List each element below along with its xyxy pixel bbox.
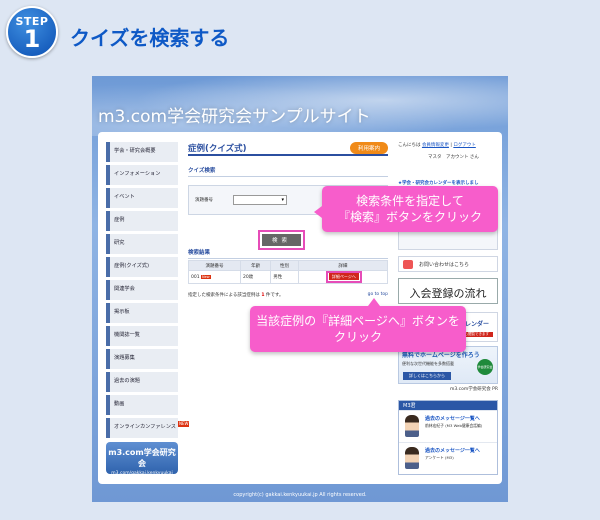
nav-label: 動画 — [114, 401, 125, 407]
message-sub: 前林宏紀子 (M3 Web健康会話編) — [425, 423, 483, 428]
chevron-down-icon: ▾ — [281, 197, 284, 203]
result-count: 1 — [261, 293, 265, 298]
nav-item-call[interactable]: 演題募集 — [106, 349, 178, 369]
nav-item-video[interactable]: 動画 — [106, 395, 178, 415]
nav-label: 症例(クイズ式) — [114, 263, 150, 269]
logout-link[interactable]: ログアウト — [453, 143, 476, 148]
greeting-block: こんにちは 会員情報変更 | ログアウト マスタ アカウント さん — [398, 142, 498, 160]
callout-detail-text: 当該症例の『詳細ページへ』ボタンを クリック — [256, 314, 460, 344]
results-table: 演題番号 年齢 性別 詳細 001 New 20歳 男性 詳細ページへ — [188, 260, 389, 284]
cell-detail: 詳細ページへ — [297, 270, 389, 284]
message-sub: アンケート (M3) — [425, 455, 454, 460]
avatar — [405, 447, 419, 469]
nav-label: 演題募集 — [114, 355, 135, 361]
site-window: m3.com学会研究会サンプルサイト 学会・研究会概要 インフォメーション イベ… — [92, 76, 508, 502]
callout-search-text: 検索条件を指定して 『検索』ボタンをクリック — [337, 194, 482, 224]
hp-button[interactable]: 詳しくはこちらから — [403, 372, 451, 380]
nav-item-research[interactable]: 研究 — [106, 234, 178, 254]
nav-item-event[interactable]: イベント — [106, 188, 178, 208]
nav-item-case[interactable]: 症例 — [106, 211, 178, 231]
step-number: 1 — [23, 25, 41, 53]
usage-guide-button[interactable]: 利用案内 — [349, 142, 388, 154]
nav-item-overview[interactable]: 学会・研究会概要 — [106, 142, 178, 162]
detail-highlight: 詳細ページへ — [325, 271, 362, 283]
goto-top-link[interactable]: go to top — [368, 292, 388, 297]
callout-search: 検索条件を指定して 『検索』ボタンをクリック — [314, 186, 498, 232]
nav-label: インフォメーション — [114, 171, 161, 177]
nav-label: 学会・研究会概要 — [114, 148, 156, 154]
callout-detail: 当該症例の『詳細ページへ』ボタンを クリック — [250, 298, 466, 352]
nav-item-related[interactable]: 関連学会 — [106, 280, 178, 300]
nav-item-past[interactable]: 過去の演題 — [106, 372, 178, 392]
calendar-title: レンダー — [464, 321, 489, 328]
member-info-link[interactable]: 会員情報変更 — [422, 143, 449, 148]
search-heading: クイズ検索 — [188, 166, 388, 177]
greeting-text: こんにちは — [398, 143, 421, 148]
col-detail: 詳細 — [297, 260, 389, 271]
field-label: 演題番号 — [195, 198, 213, 203]
new-badge: NEW — [178, 421, 190, 427]
case-number: 001 — [191, 274, 200, 280]
nav-item-bbs[interactable]: 掲示板 — [106, 303, 178, 323]
seal-icon: 学会研究会 — [477, 359, 493, 375]
left-nav: 学会・研究会概要 インフォメーション イベント 症例 研究 症例(クイズ式) 関… — [106, 142, 190, 476]
message-item[interactable]: 過去のメッセージ一覧へ アンケート (M3) — [399, 442, 497, 474]
cell-age: 20歳 — [239, 270, 272, 284]
nav-item-information[interactable]: インフォメーション — [106, 165, 178, 185]
join-banner[interactable]: 入会登録の流れ — [398, 278, 498, 304]
search-button[interactable]: 検索 — [262, 234, 302, 246]
messages-box: M3君 過去のメッセージ一覧へ 前林宏紀子 (M3 Web健康会話編) 過去のメ… — [398, 400, 498, 475]
logo-sub: m3.com/gakkai.kenkyuukai — [111, 470, 173, 476]
contact-label: お問い合わせはこちら — [419, 262, 470, 268]
detail-button[interactable]: 詳細ページへ — [328, 273, 359, 280]
message-item[interactable]: 過去のメッセージ一覧へ 前林宏紀子 (M3 Web健康会話編) — [399, 410, 497, 442]
search-highlight: 検索 — [258, 230, 306, 250]
mail-icon — [403, 260, 413, 269]
copyright: copyright(c) gakkai.kenkyuukai.jp All ri… — [233, 492, 367, 498]
nav-item-quiz[interactable]: 症例(クイズ式) — [106, 257, 178, 277]
nav-label: 機関誌一覧 — [114, 332, 140, 338]
site-title[interactable]: m3.com学会研究会サンプルサイト — [98, 102, 371, 127]
pr-label: m3.com学会研究会 PR — [449, 387, 498, 392]
note-suffix: 件です。 — [265, 293, 284, 298]
logo-main: m3.com学会研究会 — [108, 447, 176, 468]
new-badge: New — [201, 274, 211, 279]
number-select[interactable]: ▾ — [233, 195, 287, 205]
m3-logo[interactable]: m3.com学会研究会 m3.com/gakkai.kenkyuukai — [106, 441, 178, 476]
nav-label: 症例 — [114, 217, 125, 223]
user-name: マスタ アカウント さん — [428, 155, 479, 160]
cell-number: 001 New — [188, 270, 241, 284]
col-age: 年齢 — [239, 260, 272, 271]
results-heading: 検索結果 — [188, 248, 388, 259]
nav-label: オンラインカンファレンス — [114, 424, 176, 430]
contact-link[interactable]: お問い合わせはこちら — [398, 256, 498, 272]
nav-label: 研究 — [114, 240, 125, 246]
message-link[interactable]: 過去のメッセージ一覧へ — [425, 415, 480, 422]
cell-sex: 男性 — [270, 270, 299, 284]
nav-label: 関連学会 — [114, 286, 135, 292]
nav-item-online[interactable]: オンラインカンファレンスNEW — [106, 418, 190, 438]
nav-label: イベント — [114, 194, 135, 200]
avatar — [405, 415, 419, 437]
table-row: 001 New 20歳 男性 詳細ページへ — [188, 270, 389, 284]
note-prefix: 指定した検索条件による該当症例は — [188, 293, 260, 298]
step-title: クイズを検索する — [70, 26, 230, 50]
message-link[interactable]: 過去のメッセージ一覧へ — [425, 447, 480, 454]
col-number: 演題番号 — [188, 260, 241, 271]
step-badge: STEP 1 — [6, 6, 58, 58]
nav-item-journal[interactable]: 機関誌一覧 — [106, 326, 178, 346]
table-header: 演題番号 年齢 性別 詳細 — [188, 260, 389, 271]
nav-label: 過去の演題 — [114, 378, 140, 384]
messages-head: M3君 — [399, 401, 497, 410]
result-note: 指定した検索条件による該当症例は 1 件です。 — [188, 292, 283, 298]
nav-label: 掲示板 — [114, 309, 130, 315]
col-sex: 性別 — [270, 260, 299, 271]
